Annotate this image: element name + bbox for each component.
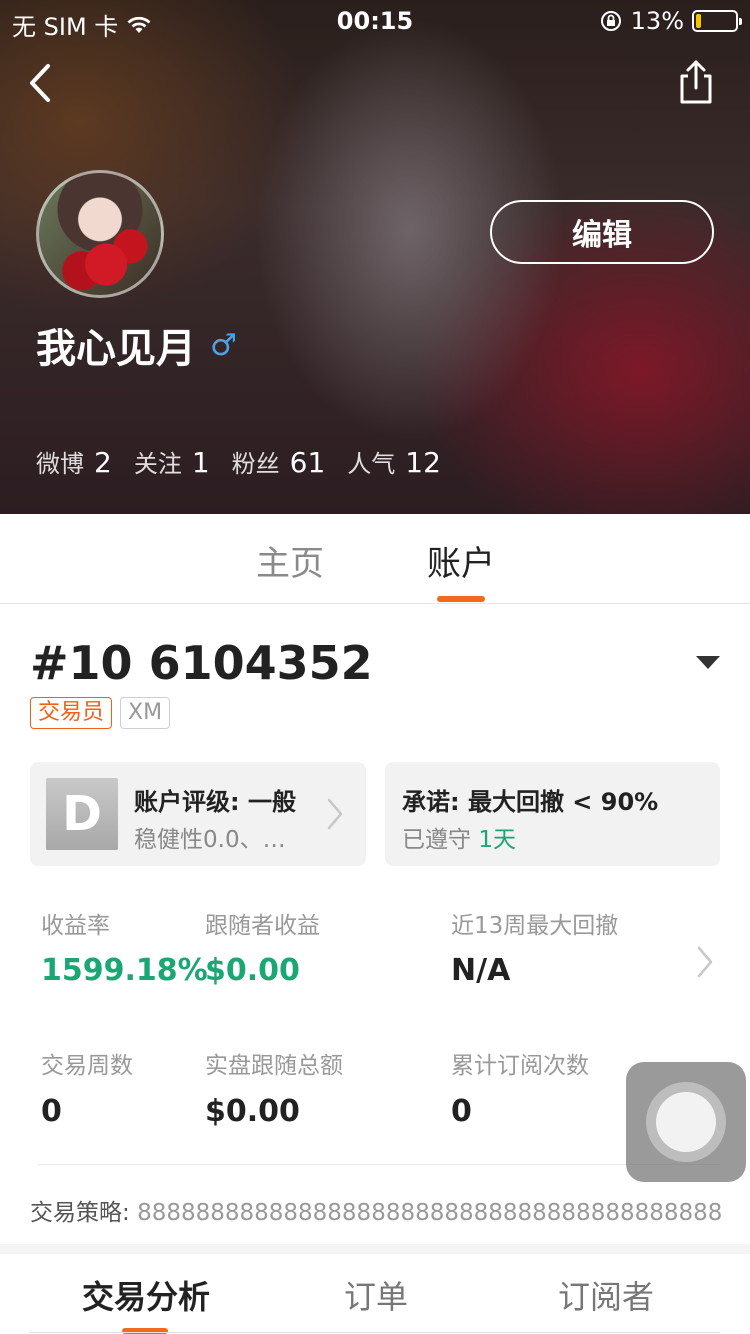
profile-header: 无 SIM 卡 00:15 13% 编辑 我心见月 ♂ 微博 2 关注 1 粉丝…: [0, 0, 750, 514]
stat-weibo[interactable]: 微博 2: [36, 444, 112, 479]
tab-subscribers[interactable]: 订阅者: [558, 1272, 654, 1318]
metric-label-trading-weeks: 交易周数: [41, 1053, 133, 1079]
metric-label-return: 收益率: [41, 913, 110, 939]
stat-value: 12: [405, 446, 441, 479]
assistive-core: [656, 1092, 716, 1152]
username-row: 我心见月 ♂: [36, 316, 237, 374]
metric-label-live-follow-total: 实盘跟随总额: [205, 1053, 343, 1079]
tab-orders[interactable]: 订单: [344, 1272, 408, 1318]
tag-broker: XM: [120, 697, 171, 729]
metric-value-trading-weeks: 0: [41, 1094, 62, 1129]
stat-label: 微博: [36, 450, 84, 478]
status-right: 13%: [599, 7, 742, 35]
account-rating-card[interactable]: D 账户评级: 一般 稳健性0.0、…: [30, 762, 366, 866]
chevron-right-icon: [327, 798, 343, 830]
metric-label-max-drawdown: 近13周最大回撤: [451, 913, 619, 939]
tab-trade-analysis[interactable]: 交易分析: [82, 1272, 210, 1318]
commitment-days: 1天: [478, 827, 516, 853]
stat-label: 关注: [133, 450, 182, 478]
stat-value: 2: [94, 446, 112, 479]
status-bar: 无 SIM 卡 00:15 13%: [0, 0, 750, 41]
share-icon[interactable]: [672, 56, 720, 108]
sub-tabs-bottom-border: [30, 1332, 720, 1333]
metric-value-return: 1599.18%: [41, 953, 208, 988]
back-icon[interactable]: [22, 58, 62, 108]
sub-tab-active-indicator: [122, 1328, 168, 1334]
tag-trader: 交易员: [30, 697, 113, 729]
main-tabs: 主页 账户: [0, 514, 750, 604]
stat-label: 人气: [347, 450, 396, 478]
section-separator: [0, 1244, 750, 1254]
metric-label-subscriptions: 累计订阅次数: [451, 1053, 589, 1079]
battery-percent: 13%: [630, 7, 684, 35]
stat-value: 1: [191, 446, 210, 479]
rating-subtitle: 稳健性0.0、…: [134, 827, 286, 853]
profile-stats: 微博 2 关注 1 粉丝 61 人气 12: [36, 444, 463, 479]
commitment-card[interactable]: 承诺: 最大回撤 < 90% 已遵守 1天: [385, 762, 720, 866]
battery-icon: [692, 10, 742, 32]
tab-home[interactable]: 主页: [256, 536, 324, 585]
commitment-title: 承诺: 最大回撤 < 90%: [402, 788, 659, 816]
edit-profile-button[interactable]: 编辑: [490, 200, 714, 264]
strategy-label: 交易策略:: [30, 1200, 130, 1226]
stat-popularity[interactable]: 人气 12: [347, 444, 441, 479]
metric-label-follower-profit: 跟随者收益: [205, 913, 320, 939]
analysis-tabs: 交易分析 订单 订阅者: [0, 1254, 750, 1334]
trading-strategy: 交易策略: 8888888888888888888888888888888888…: [30, 1193, 722, 1227]
rating-title: 账户评级: 一般: [134, 788, 296, 816]
metric-value-follower-profit: $0.00: [205, 953, 300, 988]
grade-badge: D: [46, 778, 118, 850]
stat-value: 61: [289, 446, 326, 479]
tab-account[interactable]: 账户: [427, 536, 495, 585]
metric-value-subscriptions: 0: [451, 1094, 472, 1129]
tab-active-indicator: [437, 596, 485, 602]
divider: [38, 1164, 720, 1165]
avatar[interactable]: [36, 170, 164, 298]
gender-male-icon: ♂: [210, 327, 237, 363]
commitment-prefix: 已遵守: [402, 827, 471, 853]
assistive-touch-button[interactable]: [626, 1062, 746, 1182]
username: 我心见月: [36, 326, 196, 372]
strategy-value: 8888888888888888888888888888888888888888: [137, 1200, 723, 1226]
metric-value-max-drawdown: N/A: [451, 953, 511, 988]
commitment-subtitle: 已遵守 1天: [402, 820, 516, 854]
stat-label: 粉丝: [231, 450, 280, 478]
battery-level: [696, 14, 701, 28]
metric-value-live-follow-total: $0.00: [205, 1094, 300, 1129]
stat-following[interactable]: 关注 1: [134, 444, 210, 479]
caret-down-icon[interactable]: [696, 656, 720, 669]
stat-followers[interactable]: 粉丝 61: [232, 444, 326, 479]
account-number: #10 6104352: [30, 636, 373, 690]
rotation-lock-icon: [600, 11, 621, 31]
account-tags: 交易员 XM: [30, 697, 171, 729]
chevron-right-icon[interactable]: [694, 944, 716, 980]
